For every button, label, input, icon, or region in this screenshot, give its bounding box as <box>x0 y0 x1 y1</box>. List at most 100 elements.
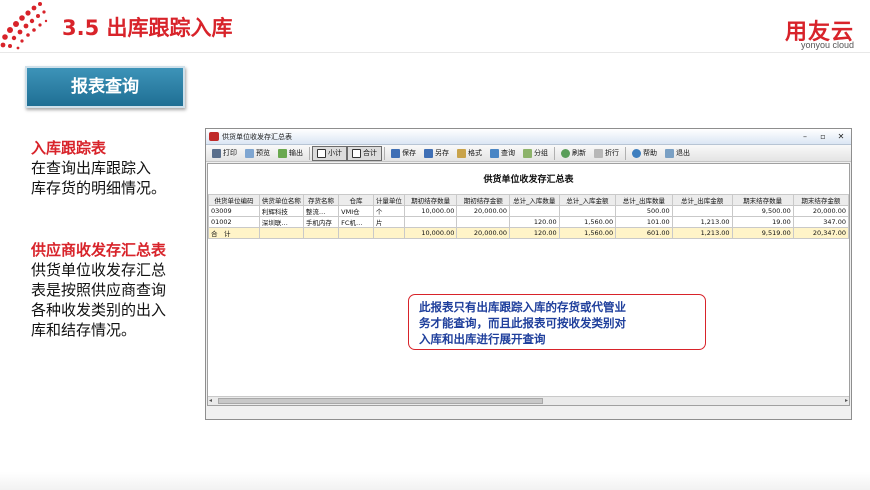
preview-button[interactable]: 预览 <box>241 146 274 161</box>
report-table: 供货单位编码 供货单位名称 存货名称 仓库 计量单位 期初结存数量 期初结存金额… <box>208 194 850 239</box>
table-cell: 120.00 <box>509 216 560 228</box>
minimize-icon[interactable]: – <box>799 131 811 142</box>
button-label: 保存 <box>402 149 416 157</box>
table-row[interactable]: 01002 深圳联… 手机内存 FC机… 片 120.00 1,560.00 1… <box>208 216 850 228</box>
text-line: 供货单位收发存汇总 <box>31 261 167 279</box>
table-cell: 片 <box>372 216 405 228</box>
column-header[interactable]: 供货单位名称 <box>258 194 304 206</box>
column-header[interactable]: 存货名称 <box>302 194 340 206</box>
text-line: 库和结存情况。 <box>31 321 137 339</box>
toolbar-separator <box>625 146 626 160</box>
export-icon <box>278 148 287 158</box>
report-title: 供货单位收发存汇总表 <box>483 175 574 185</box>
decorative-dots-logo <box>0 2 48 50</box>
group-button[interactable]: 分组 <box>519 146 552 161</box>
supplier-summary-heading: 供应商收发存汇总表 <box>31 241 167 259</box>
table-cell: 120.00 <box>509 227 560 239</box>
header-divider <box>0 52 870 53</box>
table-cell <box>403 216 458 228</box>
scroll-right-icon[interactable]: ▸ <box>845 397 848 404</box>
column-header[interactable]: 期初结存数量 <box>403 194 458 206</box>
text-line: 各种收发类别的出入 <box>31 301 167 319</box>
column-header[interactable]: 仓库 <box>338 194 374 206</box>
button-label: 小计 <box>328 149 342 157</box>
window-titlebar: 供货单位收发存汇总表 – ▫ ✕ <box>206 129 851 145</box>
table-cell: 500.00 <box>615 205 673 217</box>
scroll-left-icon[interactable]: ◂ <box>209 397 212 404</box>
refresh-button[interactable]: 刷新 <box>557 146 590 161</box>
button-label: 输出 <box>289 149 303 157</box>
table-header-row: 供货单位编码 供货单位名称 存货名称 仓库 计量单位 期初结存数量 期初结存金额… <box>208 194 850 206</box>
format-button[interactable]: 格式 <box>453 146 486 161</box>
column-header[interactable]: 总计_入库数量 <box>509 194 560 206</box>
close-icon[interactable]: ✕ <box>835 131 847 142</box>
table-cell: 20,000.00 <box>456 205 510 217</box>
table-cell: 20,347.00 <box>792 227 850 239</box>
button-label: 刷新 <box>572 149 586 157</box>
total-icon <box>352 148 361 158</box>
inbound-tracking-heading: 入库跟踪表 <box>31 139 107 157</box>
table-cell: 9,500.00 <box>731 205 794 217</box>
query-icon <box>490 148 499 158</box>
exit-icon <box>665 148 674 158</box>
button-label: 格式 <box>468 149 482 157</box>
toolbar-separator <box>384 146 385 160</box>
callout-line: 入库和出库进行展开查询 <box>419 332 546 346</box>
subtotal-button[interactable]: 小计 <box>312 145 347 161</box>
group-icon <box>523 148 532 158</box>
inbound-tracking-description: 入库跟踪表 在查询出库跟踪入 库存货的明细情况。 <box>31 138 201 198</box>
horizontal-scrollbar[interactable]: ◂ ▸ <box>208 396 849 405</box>
printer-icon <box>212 148 221 158</box>
table-row[interactable]: 03009 利辉科技 整流… VMI仓 个 10,000.00 20,000.0… <box>208 205 850 217</box>
table-cell: 个 <box>372 205 405 217</box>
brand-logo-subtitle: yonyou cloud <box>800 40 854 50</box>
table-cell: 1,560.00 <box>558 227 617 239</box>
table-cell <box>372 227 405 239</box>
table-cell: 10,000.00 <box>403 227 458 239</box>
wrap-icon <box>594 148 603 158</box>
text-line: 表是按照供应商查询 <box>31 281 167 299</box>
scrollbar-thumb[interactable] <box>218 398 543 404</box>
exit-button[interactable]: 退出 <box>661 146 694 161</box>
export-button[interactable]: 输出 <box>274 146 307 161</box>
report-area: 供货单位收发存汇总表 供货单位编码 供货单位名称 存货名称 仓库 计量单位 期初… <box>207 163 850 406</box>
text-line: 在查询出库跟踪入 <box>31 159 152 177</box>
table-cell: 9,519.00 <box>731 227 794 239</box>
slide-title: 3.5 出库跟踪入库 <box>62 16 233 40</box>
refresh-icon <box>561 148 570 158</box>
column-header[interactable]: 期末结存金额 <box>792 194 850 206</box>
table-cell: 347.00 <box>792 216 850 228</box>
table-cell: 合 计 <box>208 227 260 239</box>
total-button[interactable]: 合计 <box>347 145 382 161</box>
column-header[interactable]: 计量单位 <box>372 194 405 206</box>
table-cell: 利辉科技 <box>258 205 304 217</box>
maximize-icon[interactable]: ▫ <box>817 131 829 142</box>
table-cell: 20,000.00 <box>456 227 510 239</box>
print-button[interactable]: 打印 <box>208 146 241 161</box>
column-header[interactable]: 总计_出库金额 <box>671 194 733 206</box>
button-label: 预览 <box>256 149 270 157</box>
save-button[interactable]: 保存 <box>387 146 420 161</box>
save-as-icon <box>424 148 433 158</box>
column-header[interactable]: 期初结存金额 <box>456 194 510 206</box>
save-as-button[interactable]: 另存 <box>420 146 453 161</box>
query-button[interactable]: 查询 <box>486 146 519 161</box>
total-row[interactable]: 合 计 10,000.00 20,000.00 120.00 1,560.00 … <box>208 227 850 239</box>
wrap-button[interactable]: 折行 <box>590 146 623 161</box>
table-cell: 手机内存 <box>302 216 340 228</box>
table-cell <box>338 227 374 239</box>
report-window: 供货单位收发存汇总表 – ▫ ✕ 打印 预览 输出 小计 合计 保存 另存 格式… <box>205 128 852 420</box>
button-label: 合计 <box>363 149 377 157</box>
column-header[interactable]: 总计_出库数量 <box>615 194 673 206</box>
slide-footer-band <box>0 472 870 490</box>
save-icon <box>391 148 400 158</box>
column-header[interactable]: 期末结存数量 <box>731 194 794 206</box>
table-cell <box>558 205 617 217</box>
button-label: 帮助 <box>643 149 657 157</box>
report-query-button[interactable]: 报表查询 <box>25 66 185 108</box>
column-header[interactable]: 供货单位编码 <box>208 194 260 206</box>
table-cell: 整流… <box>302 205 340 217</box>
column-header[interactable]: 总计_入库金额 <box>558 194 617 206</box>
report-toolbar: 打印 预览 输出 小计 合计 保存 另存 格式 查询 分组 刷新 折行 帮助 退… <box>206 145 851 162</box>
help-button[interactable]: 帮助 <box>628 146 661 161</box>
